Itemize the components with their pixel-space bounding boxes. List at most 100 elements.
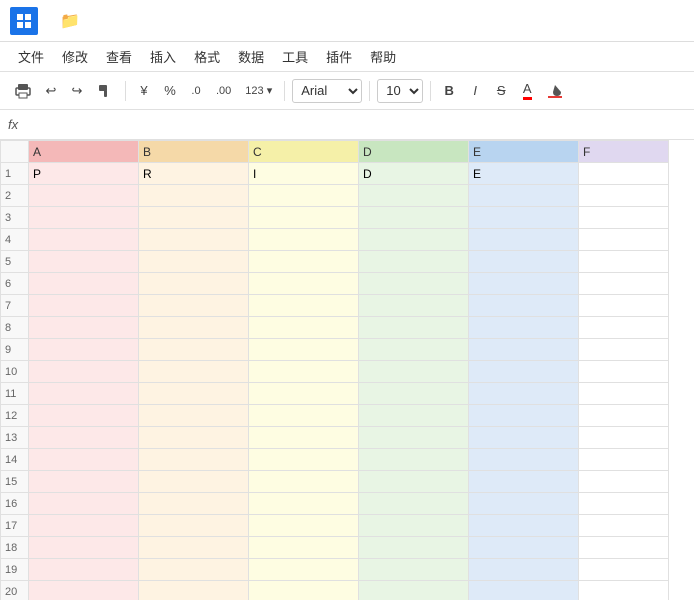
- cell-12-A[interactable]: [29, 405, 139, 427]
- cell-1-B[interactable]: R: [139, 163, 249, 185]
- cell-15-B[interactable]: [139, 471, 249, 493]
- cell-14-B[interactable]: [139, 449, 249, 471]
- menu-format[interactable]: 格式: [186, 44, 228, 69]
- font-family-select[interactable]: Arial: [292, 79, 362, 103]
- cell-17-D[interactable]: [359, 515, 469, 537]
- cell-15-A[interactable]: [29, 471, 139, 493]
- cell-7-F[interactable]: [579, 295, 669, 317]
- cell-20-C[interactable]: [249, 581, 359, 600]
- cell-4-F[interactable]: [579, 229, 669, 251]
- redo-button[interactable]: ↪: [66, 79, 88, 103]
- cell-11-A[interactable]: [29, 383, 139, 405]
- cell-16-E[interactable]: [469, 493, 579, 515]
- cell-19-A[interactable]: [29, 559, 139, 581]
- cell-10-F[interactable]: [579, 361, 669, 383]
- cell-14-C[interactable]: [249, 449, 359, 471]
- cell-14-E[interactable]: [469, 449, 579, 471]
- percent-button[interactable]: %: [159, 79, 181, 103]
- cell-9-B[interactable]: [139, 339, 249, 361]
- cell-5-A[interactable]: [29, 251, 139, 273]
- font-size-select[interactable]: 10: [377, 79, 423, 103]
- strikethrough-button[interactable]: S: [490, 79, 512, 103]
- cell-12-F[interactable]: [579, 405, 669, 427]
- cell-16-C[interactable]: [249, 493, 359, 515]
- cell-16-A[interactable]: [29, 493, 139, 515]
- decimal-decrease-button[interactable]: .0: [185, 79, 207, 103]
- cell-13-B[interactable]: [139, 427, 249, 449]
- cell-12-E[interactable]: [469, 405, 579, 427]
- cell-7-C[interactable]: [249, 295, 359, 317]
- cell-17-F[interactable]: [579, 515, 669, 537]
- cell-9-C[interactable]: [249, 339, 359, 361]
- cell-1-F[interactable]: [579, 163, 669, 185]
- cell-3-C[interactable]: [249, 207, 359, 229]
- menu-file[interactable]: 文件: [10, 44, 52, 69]
- cell-20-E[interactable]: [469, 581, 579, 600]
- menu-data[interactable]: 数据: [230, 44, 272, 69]
- cell-15-D[interactable]: [359, 471, 469, 493]
- col-header-E[interactable]: E: [469, 141, 579, 163]
- cell-14-F[interactable]: [579, 449, 669, 471]
- cell-14-A[interactable]: [29, 449, 139, 471]
- cell-5-F[interactable]: [579, 251, 669, 273]
- cell-15-F[interactable]: [579, 471, 669, 493]
- menu-tools[interactable]: 工具: [274, 44, 316, 69]
- cell-8-B[interactable]: [139, 317, 249, 339]
- menu-insert[interactable]: 插入: [142, 44, 184, 69]
- cell-18-D[interactable]: [359, 537, 469, 559]
- italic-button[interactable]: I: [464, 79, 486, 103]
- cell-19-C[interactable]: [249, 559, 359, 581]
- cell-8-E[interactable]: [469, 317, 579, 339]
- cell-10-E[interactable]: [469, 361, 579, 383]
- cell-3-E[interactable]: [469, 207, 579, 229]
- cell-11-D[interactable]: [359, 383, 469, 405]
- cell-3-D[interactable]: [359, 207, 469, 229]
- decimal-increase-button[interactable]: .00: [211, 79, 236, 103]
- cell-13-E[interactable]: [469, 427, 579, 449]
- cell-11-C[interactable]: [249, 383, 359, 405]
- cell-3-B[interactable]: [139, 207, 249, 229]
- menu-help[interactable]: 帮助: [362, 44, 404, 69]
- cell-19-F[interactable]: [579, 559, 669, 581]
- cell-11-E[interactable]: [469, 383, 579, 405]
- cell-17-E[interactable]: [469, 515, 579, 537]
- cell-5-E[interactable]: [469, 251, 579, 273]
- folder-icon[interactable]: 📁: [60, 11, 80, 31]
- cell-9-A[interactable]: [29, 339, 139, 361]
- cell-6-D[interactable]: [359, 273, 469, 295]
- cell-10-A[interactable]: [29, 361, 139, 383]
- cell-17-C[interactable]: [249, 515, 359, 537]
- cell-20-A[interactable]: [29, 581, 139, 600]
- cell-20-F[interactable]: [579, 581, 669, 600]
- cell-11-F[interactable]: [579, 383, 669, 405]
- cell-4-D[interactable]: [359, 229, 469, 251]
- cell-12-D[interactable]: [359, 405, 469, 427]
- cell-10-D[interactable]: [359, 361, 469, 383]
- more-formats-button[interactable]: 123 ▾: [240, 79, 277, 103]
- cell-7-E[interactable]: [469, 295, 579, 317]
- cell-20-D[interactable]: [359, 581, 469, 600]
- cell-2-F[interactable]: [579, 185, 669, 207]
- cell-10-C[interactable]: [249, 361, 359, 383]
- cell-15-E[interactable]: [469, 471, 579, 493]
- cell-16-F[interactable]: [579, 493, 669, 515]
- cell-2-D[interactable]: [359, 185, 469, 207]
- cell-18-B[interactable]: [139, 537, 249, 559]
- cell-7-A[interactable]: [29, 295, 139, 317]
- cell-6-B[interactable]: [139, 273, 249, 295]
- cell-7-B[interactable]: [139, 295, 249, 317]
- cell-1-E[interactable]: E: [469, 163, 579, 185]
- cell-18-F[interactable]: [579, 537, 669, 559]
- cell-17-A[interactable]: [29, 515, 139, 537]
- cell-4-E[interactable]: [469, 229, 579, 251]
- col-header-C[interactable]: C: [249, 141, 359, 163]
- cell-10-B[interactable]: [139, 361, 249, 383]
- cell-9-E[interactable]: [469, 339, 579, 361]
- cell-13-A[interactable]: [29, 427, 139, 449]
- cell-2-B[interactable]: [139, 185, 249, 207]
- cell-16-B[interactable]: [139, 493, 249, 515]
- cell-3-F[interactable]: [579, 207, 669, 229]
- cell-18-A[interactable]: [29, 537, 139, 559]
- cell-5-B[interactable]: [139, 251, 249, 273]
- text-color-button[interactable]: A: [516, 79, 538, 103]
